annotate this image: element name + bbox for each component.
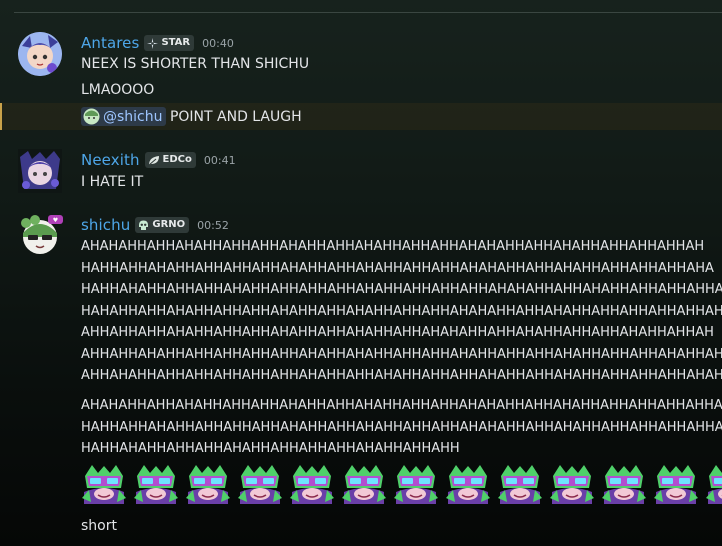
timestamp[interactable]: 00:52 [197,219,229,232]
custom-emoji-icon[interactable] [393,462,439,506]
message-text: AHHAHHAHHAHAHHAHHAHHAHAHHAHHAHAHHAHHAHAH… [81,325,714,340]
server-tag-label: EDCo [162,154,192,165]
custom-emoji-icon[interactable] [497,462,543,506]
avatar[interactable] [18,149,62,193]
mention-avatar-icon [83,108,100,125]
custom-emoji-icon[interactable] [705,462,722,506]
message-text: HAHHAHAHHAHHAHHAHAHHAHHAHHAHHAHAHHAHHAHH… [81,282,722,297]
timestamp[interactable]: 00:41 [204,154,236,167]
message-text: LMAOOOO [81,82,155,98]
message-header: Antares STAR 00:40 [81,34,234,52]
top-divider [14,12,722,13]
message-text: @shichu POINT AND LAUGH [81,107,302,126]
star-compass-icon [147,37,159,49]
custom-emoji-icon[interactable] [601,462,647,506]
custom-emoji-icon[interactable] [341,462,387,506]
custom-emoji-icon[interactable] [653,462,699,506]
server-tag-label: GRNO [152,219,186,230]
message-text: HAHAHHAHHAHAHHAHHAHHAHAHHAHHAHAHHAHHAHHA… [81,303,722,319]
timestamp[interactable]: 00:40 [202,37,234,50]
svg-text:♥: ♥ [53,217,58,224]
message-text: AHHAHHAHAHHAHHAHHAHHAHHAHAHHAHAHHAHHAHHA… [81,346,722,362]
message-header: Neexith EDCo 00:41 [81,151,236,169]
custom-emoji-icon[interactable] [133,462,179,506]
mention-highlight-row: @shichu POINT AND LAUGH [0,103,722,130]
avatar[interactable]: ♥ [18,213,63,257]
username[interactable]: Neexith [81,151,140,169]
username[interactable]: shichu [81,216,130,234]
server-tag-label: STAR [161,37,191,48]
avatar[interactable] [18,32,62,76]
message-text: NEEX IS SHORTER THAN SHICHU [81,56,310,72]
message-text: AHAHAHHAHHAHAHHAHHAHHAHAHHAHHAHAHHAHHAHH… [81,398,722,413]
mention-name: @shichu [103,108,163,125]
message-text: HAHHAHAHHAHHAHHAHAHHAHHAHHAHHAHAHHAHHAHH [81,441,460,456]
message-text: short [81,518,117,534]
message-text-block: AHAHAHHAHHAHAHHAHHAHHAHAHHAHHAHAHHAHHAHH… [81,236,722,387]
message-text-block: AHAHAHHAHHAHAHHAHHAHHAHAHHAHHAHAHHAHHAHH… [81,395,722,460]
message-text: HAHHAHHAHAHHAHHAHHAHHAHAHHAHHAHAHHAHHAHH… [81,419,722,435]
message-text: HAHHAHHAHAHHAHHAHHAHHAHAHHAHHAHAHHAHHAHH… [81,260,714,276]
leaf-icon [148,155,159,165]
custom-emoji-icon[interactable] [81,462,127,506]
custom-emoji-icon[interactable] [185,462,231,506]
user-mention[interactable]: @shichu [81,107,166,126]
server-tag[interactable]: STAR [144,35,195,51]
custom-emoji-icon[interactable] [549,462,595,506]
message-text: AHHAHAHHAHHAHHAHHAHHAHHAHAHHAHHAHAHHAHHA… [81,368,722,383]
username[interactable]: Antares [81,34,139,52]
skull-icon [139,220,149,230]
custom-emoji-row [81,462,722,506]
custom-emoji-icon[interactable] [289,462,335,506]
custom-emoji-icon[interactable] [237,462,283,506]
server-tag[interactable]: EDCo [144,152,196,168]
message-text: I HATE IT [81,174,144,190]
custom-emoji-icon[interactable] [445,462,491,506]
message-text: AHAHAHHAHHAHAHHAHHAHHAHAHHAHHAHAHHAHHAHH… [81,239,705,254]
message-header: shichu GRNO 00:52 [81,216,229,234]
server-tag[interactable]: GRNO [135,217,190,233]
mention-trailing-text: POINT AND LAUGH [165,108,302,125]
